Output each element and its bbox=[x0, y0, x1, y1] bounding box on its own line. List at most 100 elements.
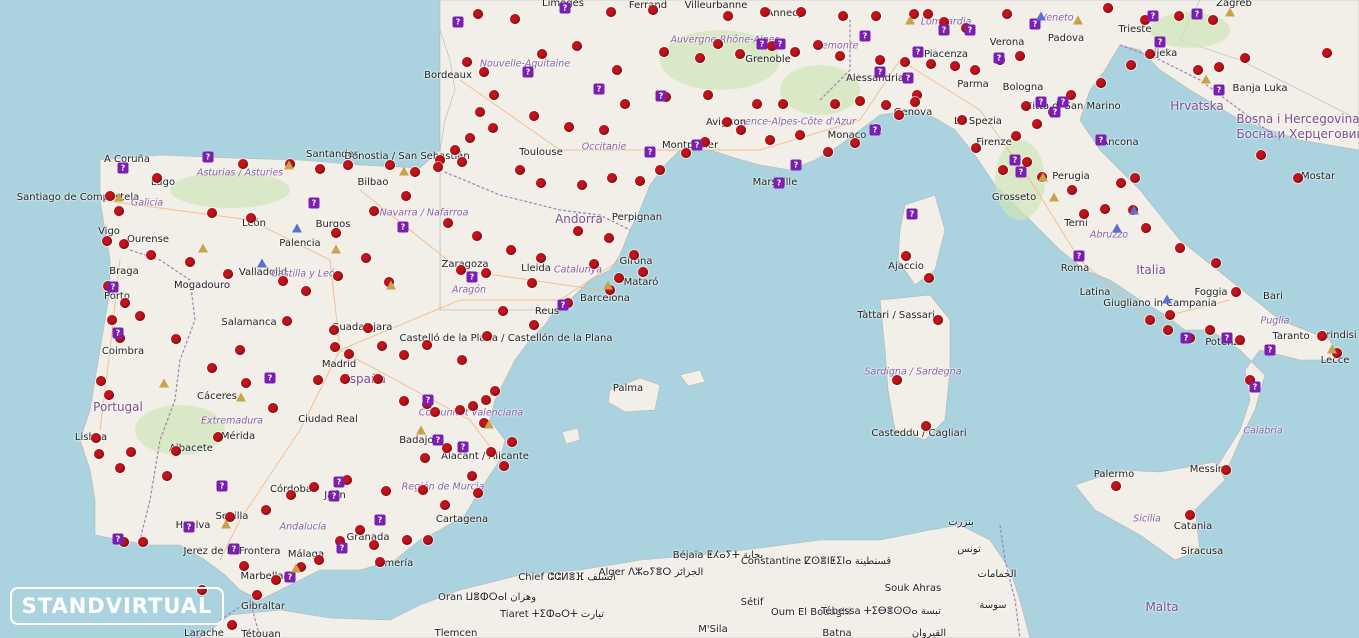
listing-dot-marker[interactable] bbox=[900, 57, 910, 67]
listing-dot-marker[interactable] bbox=[207, 363, 217, 373]
listing-dot-marker[interactable] bbox=[238, 159, 248, 169]
listing-pin-marker[interactable]: ? bbox=[397, 221, 409, 233]
listing-dot-marker[interactable] bbox=[835, 51, 845, 61]
blue-triangle-marker[interactable] bbox=[1162, 294, 1172, 304]
listing-dot-marker[interactable] bbox=[329, 325, 339, 335]
listing-pin-marker[interactable]: ? bbox=[559, 2, 571, 14]
listing-pin-marker[interactable]: ? bbox=[557, 299, 569, 311]
listing-pin-marker[interactable]: ? bbox=[117, 162, 129, 174]
listing-dot-marker[interactable] bbox=[998, 165, 1008, 175]
listing-pin-marker[interactable]: ? bbox=[1221, 332, 1233, 344]
listing-dot-marker[interactable] bbox=[765, 135, 775, 145]
listing-dot-marker[interactable] bbox=[655, 165, 665, 175]
listing-dot-marker[interactable] bbox=[171, 446, 181, 456]
listing-dot-marker[interactable] bbox=[713, 39, 723, 49]
listing-dot-marker[interactable] bbox=[135, 311, 145, 321]
listing-pin-marker[interactable]: ? bbox=[691, 139, 703, 151]
listing-dot-marker[interactable] bbox=[481, 395, 491, 405]
warning-triangle-marker[interactable] bbox=[1038, 172, 1048, 182]
listing-dot-marker[interactable] bbox=[1130, 173, 1140, 183]
listing-dot-marker[interactable] bbox=[239, 561, 249, 571]
listing-dot-marker[interactable] bbox=[107, 315, 117, 325]
listing-dot-marker[interactable] bbox=[355, 525, 365, 535]
listing-dot-marker[interactable] bbox=[659, 47, 669, 57]
listing-dot-marker[interactable] bbox=[373, 374, 383, 384]
listing-dot-marker[interactable] bbox=[735, 49, 745, 59]
listing-dot-marker[interactable] bbox=[246, 213, 256, 223]
listing-dot-marker[interactable] bbox=[933, 315, 943, 325]
listing-pin-marker[interactable]: ? bbox=[1180, 332, 1192, 344]
listing-dot-marker[interactable] bbox=[1126, 60, 1136, 70]
warning-triangle-marker[interactable] bbox=[416, 425, 426, 435]
listing-dot-marker[interactable] bbox=[422, 340, 432, 350]
listing-dot-marker[interactable] bbox=[790, 47, 800, 57]
listing-dot-marker[interactable] bbox=[475, 107, 485, 117]
listing-pin-marker[interactable]: ? bbox=[790, 159, 802, 171]
listing-dot-marker[interactable] bbox=[333, 271, 343, 281]
listing-dot-marker[interactable] bbox=[1193, 65, 1203, 75]
listing-dot-marker[interactable] bbox=[363, 323, 373, 333]
listing-dot-marker[interactable] bbox=[399, 350, 409, 360]
listing-dot-marker[interactable] bbox=[957, 115, 967, 125]
listing-pin-marker[interactable]: ? bbox=[906, 208, 918, 220]
listing-pin-marker[interactable]: ? bbox=[1009, 154, 1021, 166]
listing-dot-marker[interactable] bbox=[778, 99, 788, 109]
listing-dot-marker[interactable] bbox=[923, 9, 933, 19]
listing-dot-marker[interactable] bbox=[1240, 53, 1250, 63]
listing-dot-marker[interactable] bbox=[440, 500, 450, 510]
listing-pin-marker[interactable]: ? bbox=[869, 124, 881, 136]
listing-dot-marker[interactable] bbox=[455, 405, 465, 415]
listing-pin-marker[interactable]: ? bbox=[1154, 36, 1166, 48]
warning-triangle-marker[interactable] bbox=[603, 280, 613, 290]
listing-dot-marker[interactable] bbox=[146, 250, 156, 260]
blue-triangle-marker[interactable] bbox=[1036, 11, 1046, 21]
listing-dot-marker[interactable] bbox=[507, 437, 517, 447]
listing-dot-marker[interactable] bbox=[970, 65, 980, 75]
listing-dot-marker[interactable] bbox=[268, 403, 278, 413]
standvirtual-logo[interactable]: STANDVIRTUAL bbox=[10, 587, 224, 625]
warning-triangle-marker[interactable] bbox=[284, 160, 294, 170]
listing-dot-marker[interactable] bbox=[1145, 315, 1155, 325]
listing-pin-marker[interactable]: ? bbox=[183, 521, 195, 533]
listing-pin-marker[interactable]: ? bbox=[333, 476, 345, 488]
listing-dot-marker[interactable] bbox=[261, 505, 271, 515]
listing-dot-marker[interactable] bbox=[126, 447, 136, 457]
listing-pin-marker[interactable]: ? bbox=[308, 197, 320, 209]
listing-dot-marker[interactable] bbox=[1015, 51, 1025, 61]
listing-dot-marker[interactable] bbox=[331, 228, 341, 238]
listing-dot-marker[interactable] bbox=[468, 401, 478, 411]
listing-dot-marker[interactable] bbox=[369, 540, 379, 550]
warning-triangle-marker[interactable] bbox=[399, 166, 409, 176]
warning-triangle-marker[interactable] bbox=[221, 519, 231, 529]
blue-triangle-marker[interactable] bbox=[1112, 223, 1122, 233]
listing-dot-marker[interactable] bbox=[1022, 157, 1032, 167]
listing-dot-marker[interactable] bbox=[607, 173, 617, 183]
listing-dot-marker[interactable] bbox=[736, 125, 746, 135]
listing-dot-marker[interactable] bbox=[1079, 209, 1089, 219]
listing-pin-marker[interactable]: ? bbox=[1015, 166, 1027, 178]
listing-dot-marker[interactable] bbox=[115, 463, 125, 473]
listing-dot-marker[interactable] bbox=[1256, 150, 1266, 160]
listing-dot-marker[interactable] bbox=[1208, 15, 1218, 25]
listing-dot-marker[interactable] bbox=[722, 117, 732, 127]
listing-dot-marker[interactable] bbox=[462, 57, 472, 67]
listing-dot-marker[interactable] bbox=[430, 407, 440, 417]
listing-dot-marker[interactable] bbox=[506, 245, 516, 255]
listing-dot-marker[interactable] bbox=[286, 490, 296, 500]
listing-dot-marker[interactable] bbox=[573, 226, 583, 236]
listing-dot-marker[interactable] bbox=[536, 178, 546, 188]
listing-dot-marker[interactable] bbox=[894, 110, 904, 120]
listing-pin-marker[interactable]: ? bbox=[1213, 84, 1225, 96]
listing-dot-marker[interactable] bbox=[1021, 101, 1031, 111]
listing-dot-marker[interactable] bbox=[465, 133, 475, 143]
listing-pin-marker[interactable]: ? bbox=[452, 16, 464, 28]
listing-dot-marker[interactable] bbox=[313, 375, 323, 385]
listing-dot-marker[interactable] bbox=[1165, 310, 1175, 320]
listing-pin-marker[interactable]: ? bbox=[1073, 250, 1085, 262]
listing-dot-marker[interactable] bbox=[271, 575, 281, 585]
listing-pin-marker[interactable]: ? bbox=[466, 271, 478, 283]
listing-pin-marker[interactable]: ? bbox=[1264, 344, 1276, 356]
listing-dot-marker[interactable] bbox=[795, 130, 805, 140]
listing-pin-marker[interactable]: ? bbox=[774, 38, 786, 50]
warning-triangle-marker[interactable] bbox=[1225, 7, 1235, 17]
